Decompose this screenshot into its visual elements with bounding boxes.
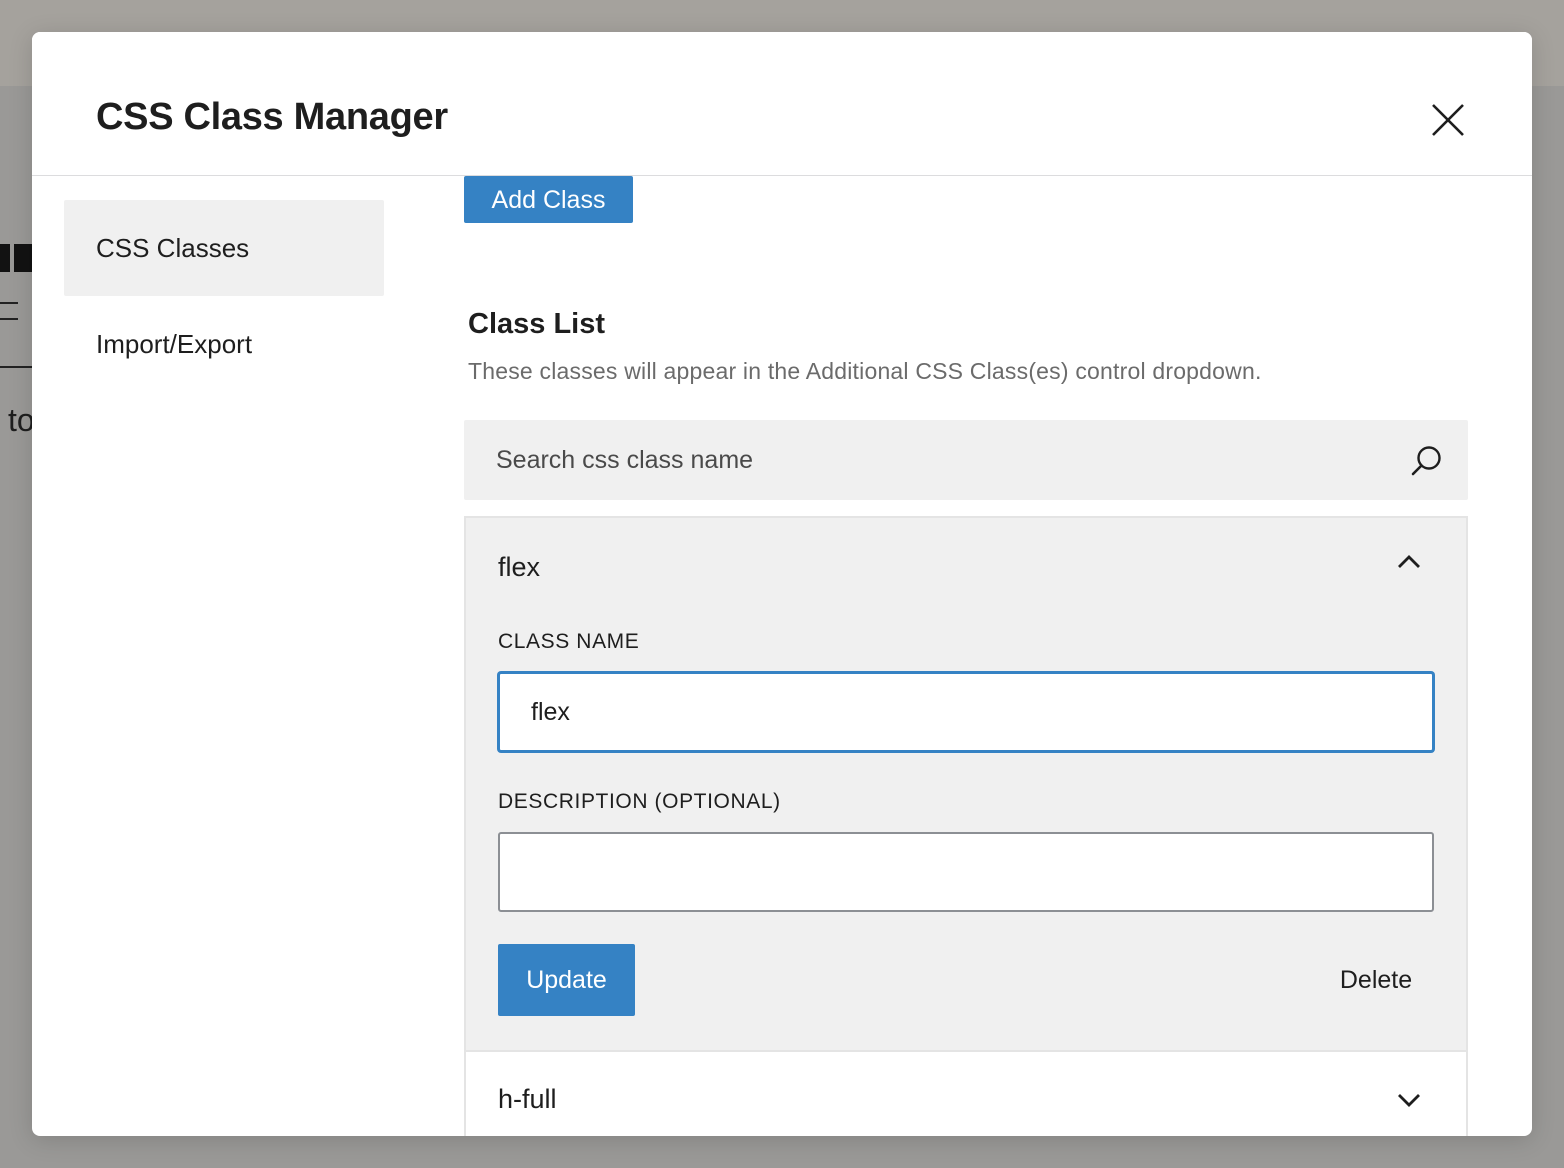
sidebar-item-css-classes[interactable]: CSS Classes [64,200,384,296]
class-name-label: CLASS NAME [498,630,640,653]
modal-header: CSS Class Manager [32,32,1532,176]
delete-button[interactable]: Delete [1328,944,1424,1016]
search-icon[interactable] [1410,444,1444,478]
background-divider [0,318,18,320]
class-accordion: flex CLASS NAME DESCRIPTION (OPTIONAL) U… [464,516,1468,1136]
search-bar [464,420,1468,500]
sidebar-item-import-export[interactable]: Import/Export [64,296,384,392]
add-class-button[interactable]: Add Class [464,176,633,223]
background-text-fragment: to [8,402,35,438]
close-icon [1432,104,1464,136]
background-editor-fragment [0,244,32,272]
chevron-down-icon[interactable] [1394,1090,1424,1110]
modal-title: CSS Class Manager [96,96,448,138]
class-list-title: Class List [468,308,605,340]
class-item-header[interactable]: flex [466,518,1466,614]
class-item-title: h-full [498,1084,557,1114]
class-item-title: flex [498,552,541,582]
update-button[interactable]: Update [498,944,635,1016]
css-class-manager-modal: CSS Class Manager CSS Classes Import/Exp… [32,32,1532,1136]
close-button[interactable] [1428,100,1468,140]
background-divider [0,302,18,304]
class-name-input[interactable] [498,672,1434,752]
class-item-header[interactable]: h-full [466,1052,1466,1136]
background-divider [0,366,32,368]
modal-sidebar: CSS Classes Import/Export [64,200,384,392]
class-list-description: These classes will appear in the Additio… [468,358,1262,384]
class-item-h-full: h-full [466,1052,1466,1136]
description-label: DESCRIPTION (OPTIONAL) [498,790,781,813]
chevron-up-icon[interactable] [1394,552,1424,572]
search-input[interactable] [464,420,1384,500]
class-item-flex: flex CLASS NAME DESCRIPTION (OPTIONAL) U… [466,518,1466,1052]
description-input[interactable] [498,832,1434,912]
